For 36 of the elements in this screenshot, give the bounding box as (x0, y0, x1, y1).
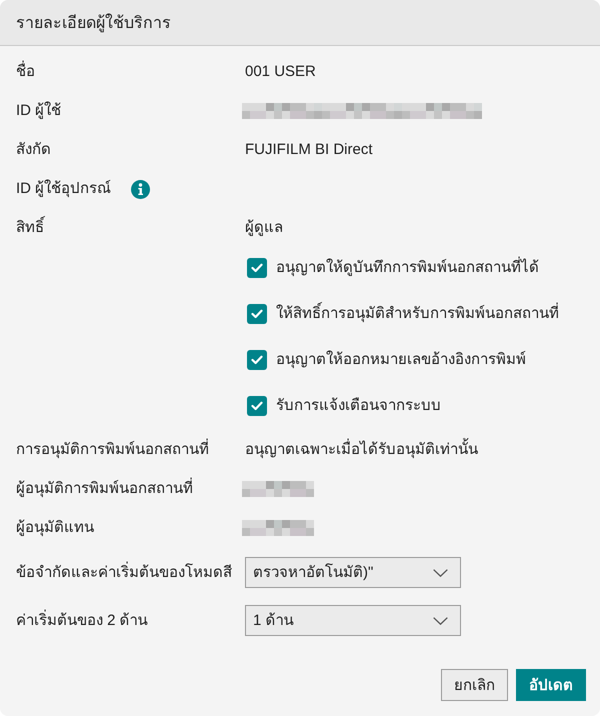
check-icon (251, 263, 263, 273)
checkbox-label: รับการแจ้งเตือนจากระบบ (276, 396, 441, 416)
field-label: ผู้อนุมัติการพิมพ์นอกสถานที่ (16, 477, 193, 501)
chevron-down-icon (433, 616, 448, 624)
checkbox[interactable] (247, 396, 267, 416)
field-value: 001 USER (245, 62, 316, 82)
field-label: การอนุมัติการพิมพ์นอกสถานที่ (16, 438, 209, 462)
field-label: ผู้อนุมัติแทน (16, 518, 94, 538)
update-button[interactable]: อัปเดต (516, 669, 586, 701)
checkbox[interactable] (247, 350, 267, 370)
cancel-button[interactable]: ยกเลิก (441, 669, 508, 701)
checkbox-label: อนุญาตให้ดูบันทึกการพิมพ์นอกสถานที่ได้ (276, 256, 539, 280)
info-icon[interactable] (131, 180, 150, 198)
chevron-down-icon (433, 568, 448, 576)
dropdown[interactable]: 1 ด้าน (245, 605, 461, 636)
field-label: สิทธิ์ (16, 216, 44, 240)
field-label: ค่าเริ่มต้นของ 2 ด้าน (16, 608, 148, 630)
check-icon (251, 401, 263, 411)
check-icon (251, 309, 263, 319)
field-value: ผู้ดูแล (245, 218, 283, 238)
dropdown[interactable]: ตรวจหาอัตโนมัติ)" (245, 557, 461, 588)
field-label: สังกัด (16, 140, 51, 160)
field-value: อนุญาตเฉพาะเมื่อได้รับอนุมัติเท่านั้น (245, 438, 478, 462)
field-label: ชื่อ (16, 60, 35, 84)
pixelated-block (242, 481, 314, 497)
field-label: ข้อจำกัดและค่าเริ่มต้นของโหมดสี (16, 560, 232, 582)
pixelated-block (242, 520, 314, 536)
checkbox-label: อนุญาตให้ออกหมายเลขอ้างอิงการพิมพ์ (276, 350, 526, 370)
field-label: ID ผู้ใช้อุปกรณ์ (16, 178, 112, 200)
checkbox-label: ให้สิทธิ์การอนุมัติสำหรับการพิมพ์นอกสถานที่ (276, 302, 559, 326)
checkbox[interactable] (247, 304, 267, 324)
dialog-title: รายละเอียดผู้ใช้บริการ (16, 12, 171, 34)
checkbox[interactable] (247, 258, 267, 278)
field-value: FUJIFILM BI Direct (245, 140, 373, 160)
check-icon (251, 355, 263, 365)
field-label: ID ผู้ใช้ (16, 100, 62, 121)
